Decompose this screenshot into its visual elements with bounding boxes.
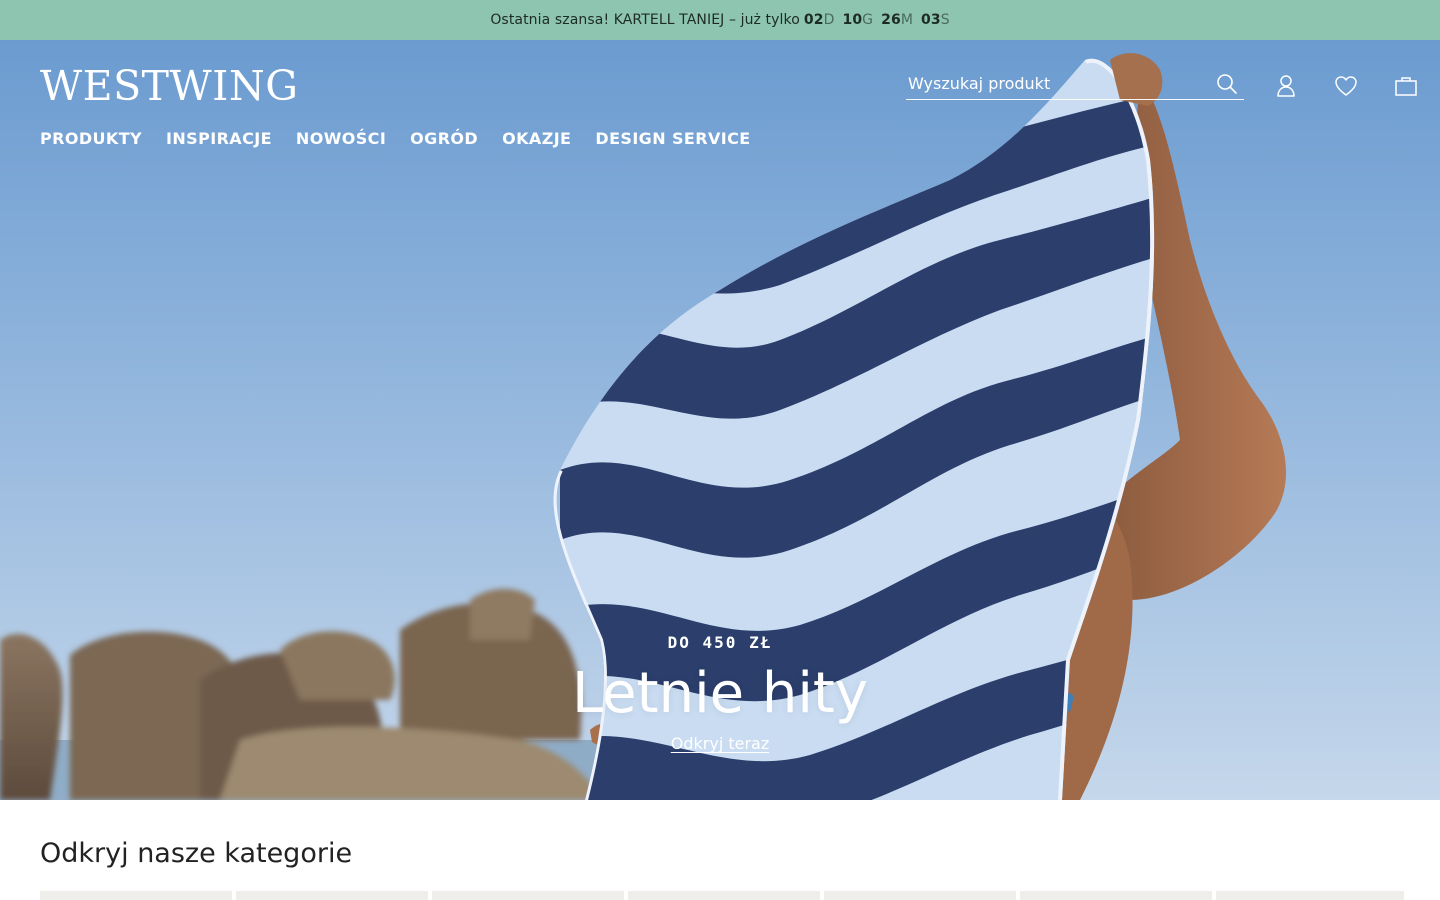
countdown-seconds-unit: S [940,12,950,28]
hero-title: Letnie hity [571,661,869,726]
countdown-minutes-unit: M [900,12,913,28]
countdown-minutes-value: 26 [881,12,901,28]
promo-bar[interactable]: Ostatnia szansa! KARTELL TANIEJ – już ty… [0,0,1440,40]
category-strip [40,891,1404,900]
category-tile[interactable] [1020,891,1212,900]
heart-icon[interactable] [1330,72,1362,100]
category-tile[interactable] [1216,891,1404,900]
countdown-minutes: 26 M [873,12,913,28]
promo-text: Ostatnia szansa! KARTELL TANIEJ – już ty… [490,12,800,28]
countdown-hours-value: 10 [842,12,863,28]
hero-cta-link[interactable]: Odkryj teraz [671,734,770,753]
search-icon[interactable] [1212,69,1242,99]
bag-icon[interactable] [1390,72,1422,100]
search-input[interactable] [906,68,1212,99]
countdown-seconds-value: 03 [921,12,941,28]
nav-item-nowosci[interactable]: NOWOŚCI [296,129,386,149]
countdown-days: 02 D [800,12,835,28]
main-nav: PRODUKTY INSPIRACJE NOWOŚCI OGRÓD OKAZJE… [40,129,751,149]
nav-item-produkty[interactable]: PRODUKTY [40,129,142,149]
nav-item-okazje[interactable]: OKAZJE [502,129,571,149]
nav-item-inspiracje[interactable]: INSPIRACJE [166,129,272,149]
search-bar [906,68,1244,100]
category-tile[interactable] [236,891,428,900]
countdown-hours-unit: G [862,12,874,28]
countdown-seconds: 03 S [913,12,950,28]
westwing-logo[interactable]: WESTWING [40,66,298,107]
countdown-days-unit: D [823,12,835,28]
category-tile[interactable] [824,891,1016,900]
hero-content: DO 450 ZŁ Letnie hity Odkryj teraz [0,632,1440,753]
category-tile[interactable] [40,891,232,900]
nav-item-design-service[interactable]: DESIGN SERVICE [595,129,750,149]
category-tile[interactable] [628,891,820,900]
hero-eyebrow: DO 450 ZŁ [667,633,773,652]
user-icon[interactable] [1270,72,1302,100]
categories-title: Odkryj nasze kategorie [40,838,353,869]
category-tile[interactable] [432,891,624,900]
header-icons [1270,72,1422,100]
nav-item-ogrod[interactable]: OGRÓD [410,129,478,149]
countdown-hours: 10 G [834,12,873,28]
countdown-days-value: 02 [803,12,824,28]
